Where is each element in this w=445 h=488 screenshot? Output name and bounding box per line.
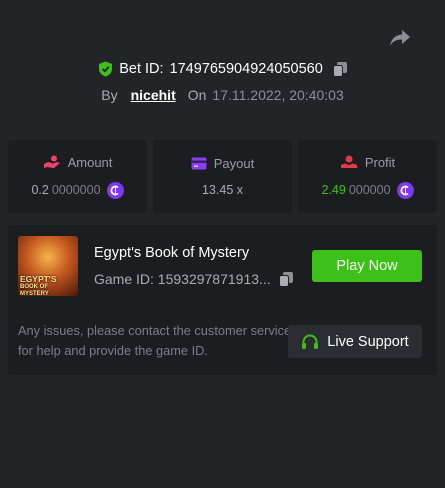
thumbnail-title: EGYPT'S BOOK OF MYSTERY (20, 274, 57, 297)
game-title: Egypt's Book of Mystery (94, 245, 250, 261)
copy-icon[interactable] (278, 271, 293, 287)
coin-icon (396, 181, 414, 199)
profit-value: 2.49 000000 (321, 181, 414, 199)
hand-coins-icon (43, 155, 60, 168)
game-id-value: Game ID: 1593297871913... (94, 271, 271, 287)
game-id-row: Game ID: 1593297871913... (94, 271, 293, 287)
profit-card: Profit 2.49 000000 (298, 140, 437, 213)
shield-check-icon (99, 61, 113, 77)
bet-stats: Amount 0.2 0000000 Payout 13.45 x Profit… (8, 140, 437, 213)
play-now-button[interactable]: Play Now (312, 250, 422, 282)
card-icon (191, 157, 207, 170)
profit-icon (340, 155, 357, 168)
bet-id-value: 1749765904924050560 (169, 61, 323, 77)
coin-icon (106, 181, 124, 199)
live-support-button[interactable]: Live Support (288, 325, 422, 358)
amount-card: Amount 0.2 0000000 (8, 140, 147, 213)
game-thumbnail[interactable]: EGYPT'S BOOK OF MYSTERY (18, 236, 78, 296)
payout-card: Payout 13.45 x (153, 140, 292, 213)
headset-icon (302, 334, 319, 349)
bet-id-row: Bet ID: 1749765904924050560 (0, 59, 445, 79)
on-label: On (187, 87, 207, 103)
bet-date: 17.11.2022, 20:40:03 (212, 87, 344, 103)
amount-value: 0.2 0000000 (31, 181, 124, 199)
amount-label: Amount (67, 154, 113, 170)
bet-id-label: Bet ID: (119, 61, 164, 77)
share-arrow-icon (390, 30, 410, 46)
user-link[interactable]: nicehit (131, 87, 176, 103)
live-support-label: Live Support (327, 333, 409, 350)
by-label: By (101, 87, 118, 103)
game-card: EGYPT'S BOOK OF MYSTERY Egypt's Book of … (8, 225, 437, 375)
share-button[interactable] (388, 27, 412, 49)
payout-value: 13.45 x (201, 183, 243, 197)
bet-author-row: By nicehit On 17.11.2022, 20:40:03 (0, 85, 445, 105)
copy-icon[interactable] (332, 61, 347, 77)
profit-label: Profit (364, 154, 396, 170)
payout-label: Payout (213, 156, 255, 171)
support-text: Any issues, please contact the customer … (18, 323, 292, 358)
